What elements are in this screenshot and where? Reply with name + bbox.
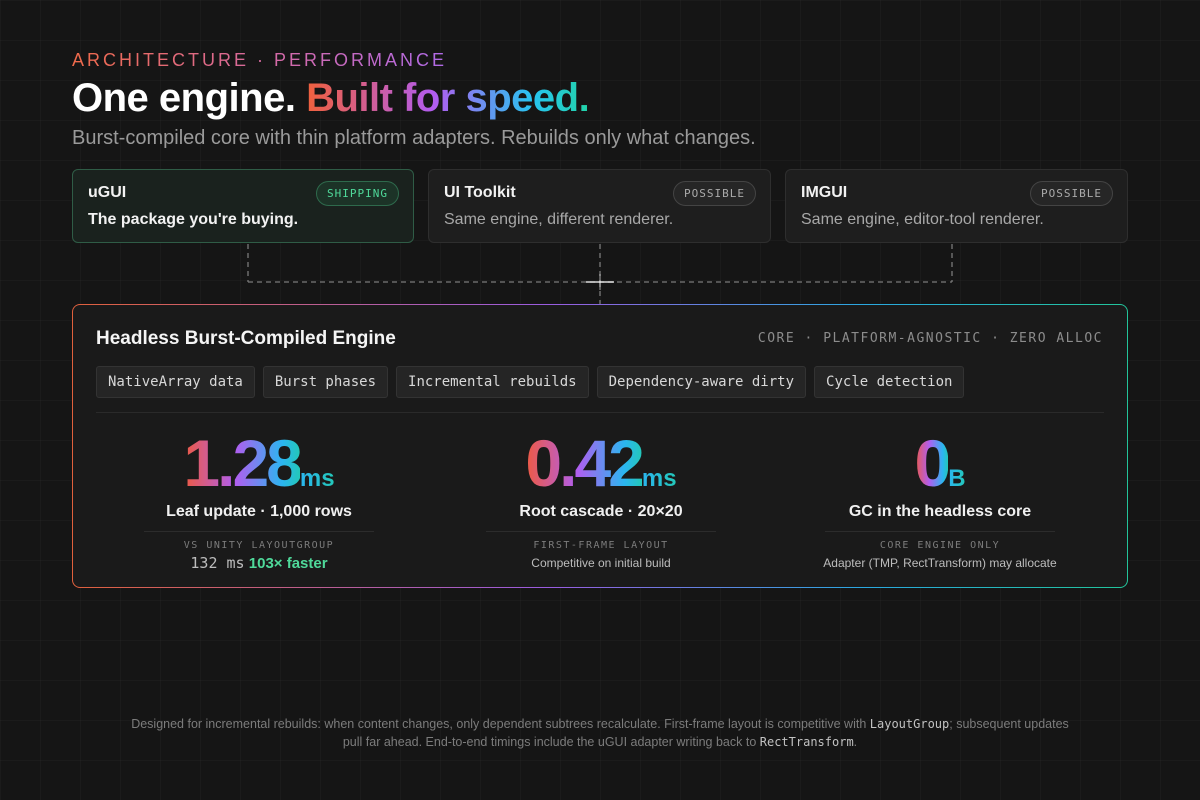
metric-comparison: 132 ms 103× faster [114, 554, 404, 572]
divider [96, 412, 1104, 413]
metric-unit: ms [641, 465, 677, 492]
metric-label: GC in the headless core [848, 503, 1032, 520]
renderer-card-description: The package you're buying. [88, 211, 299, 228]
renderer-card-description: Same engine, editor-tool renderer. [801, 211, 1044, 228]
junction-sparkle-icon [586, 274, 614, 290]
divider [825, 531, 1055, 532]
speedup-value: 103× faster [248, 555, 328, 572]
feature-chip: Incremental rebuilds [396, 366, 589, 398]
metric-value: 1.28 [183, 426, 302, 500]
page-headline: One engine. Built for speed. [72, 76, 590, 121]
footer-note: Designed for incremental rebuilds: when … [120, 715, 1080, 751]
status-badge: POSSIBLE [673, 181, 756, 206]
renderer-card-description: Same engine, different renderer. [444, 211, 674, 228]
metric-gc: 0B GC in the headless core CORE ENGINE O… [795, 425, 1085, 570]
feature-chip: NativeArray data [96, 366, 255, 398]
engine-panel: Headless Burst-Compiled Engine CORE · PL… [72, 304, 1128, 588]
divider [144, 531, 374, 532]
feature-chip: Dependency-aware dirty [596, 366, 807, 398]
metric-label: Leaf update · 1,000 rows [166, 503, 352, 520]
metric-caption: CORE ENGINE ONLY [879, 540, 1001, 551]
engine-title: Headless Burst-Compiled Engine [96, 328, 396, 349]
metric-unit: B [948, 465, 966, 492]
status-badge: SHIPPING [316, 181, 399, 206]
metric-value: 0 [914, 426, 951, 500]
renderer-card-ui-toolkit[interactable]: UI Toolkit POSSIBLE Same engine, differe… [428, 169, 771, 243]
renderer-card-title: IMGUI [801, 184, 848, 201]
code-recttransform: RectTransform [759, 735, 854, 749]
feature-chip-list: NativeArray data Burst phases Incrementa… [96, 366, 965, 398]
metric-unit: ms [299, 465, 335, 492]
metric-caption: FIRST-FRAME LAYOUT [533, 540, 669, 551]
footer-text: Designed for incremental rebuilds: when … [131, 717, 870, 731]
metric-note: Competitive on initial build [531, 556, 671, 570]
section-eyebrow: ARCHITECTURE · PERFORMANCE [72, 50, 448, 70]
footer-text: . [853, 735, 858, 749]
renderer-card-ugui[interactable]: uGUI SHIPPING The package you're buying. [72, 169, 414, 243]
headline-accent: Built for speed. [306, 76, 590, 120]
renderer-card-title: uGUI [88, 184, 127, 201]
divider [486, 531, 716, 532]
headline-plain: One engine. [72, 76, 296, 120]
page-subtitle: Burst-compiled core with thin platform a… [72, 127, 756, 149]
metric-caption: VS UNITY LAYOUTGROUP [183, 540, 335, 551]
baseline-time: 132 ms [190, 554, 245, 572]
status-badge: POSSIBLE [1030, 181, 1113, 206]
code-layoutgroup: LayoutGroup [869, 717, 950, 731]
metric-label: Root cascade · 20×20 [519, 503, 683, 520]
feature-chip: Cycle detection [814, 366, 965, 398]
metric-root-cascade: 0.42ms Root cascade · 20×20 FIRST-FRAME … [456, 425, 746, 570]
metric-value: 0.42 [525, 426, 644, 500]
feature-chip: Burst phases [262, 366, 389, 398]
metric-note: Adapter (TMP, RectTransform) may allocat… [823, 556, 1057, 570]
metric-leaf-update: 1.28ms Leaf update · 1,000 rows VS UNITY… [114, 425, 404, 572]
renderer-card-imgui[interactable]: IMGUI POSSIBLE Same engine, editor-tool … [785, 169, 1128, 243]
renderer-card-title: UI Toolkit [444, 184, 516, 201]
engine-meta: CORE · PLATFORM-AGNOSTIC · ZERO ALLOC [757, 331, 1103, 346]
